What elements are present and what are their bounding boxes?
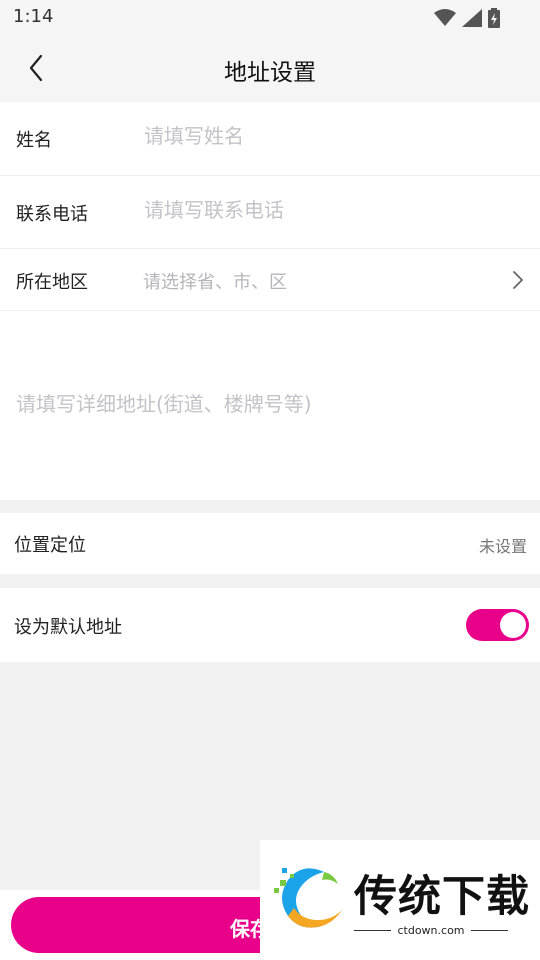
- divider: [470, 930, 508, 931]
- region-row[interactable]: 所在地区 请选择省、市、区: [0, 249, 540, 311]
- default-address-label: 设为默认地址: [14, 617, 122, 638]
- region-label: 所在地区: [16, 272, 88, 293]
- location-row[interactable]: 位置定位 未设置: [0, 513, 540, 574]
- location-value: 未设置: [478, 537, 527, 556]
- signal-icon: [462, 9, 482, 27]
- top-bar: 地址设置: [0, 36, 540, 102]
- divider: [354, 930, 392, 931]
- watermark-url: ctdown.com: [397, 924, 465, 937]
- name-label: 姓名: [16, 130, 52, 151]
- chevron-right-icon: [513, 271, 523, 289]
- name-input[interactable]: [144, 124, 484, 148]
- status-bar: 1:14: [0, 0, 540, 36]
- wifi-icon: [434, 9, 456, 26]
- ctdown-logo-icon: [274, 868, 342, 928]
- default-address-toggle[interactable]: [466, 609, 529, 641]
- phone-label: 联系电话: [16, 204, 88, 225]
- status-icons: [434, 8, 500, 28]
- name-row: 姓名: [0, 102, 540, 176]
- watermark: 传统下载 ctdown.com: [260, 840, 540, 960]
- address-form: 姓名 联系电话 所在地区 请选择省、市、区: [0, 102, 540, 500]
- region-placeholder: 请选择省、市、区: [143, 272, 287, 293]
- battery-charging-icon: [488, 8, 500, 28]
- detail-address-input[interactable]: [16, 392, 526, 416]
- watermark-brand: 传统下载: [354, 872, 530, 922]
- toggle-knob: [500, 612, 526, 638]
- phone-input[interactable]: [144, 198, 484, 222]
- default-address-row: 设为默认地址: [0, 588, 540, 662]
- status-time: 1:14: [13, 6, 54, 27]
- location-label: 位置定位: [14, 535, 86, 556]
- phone-row: 联系电话: [0, 176, 540, 249]
- page-title: 地址设置: [224, 60, 316, 86]
- watermark-url-row: ctdown.com: [354, 924, 508, 937]
